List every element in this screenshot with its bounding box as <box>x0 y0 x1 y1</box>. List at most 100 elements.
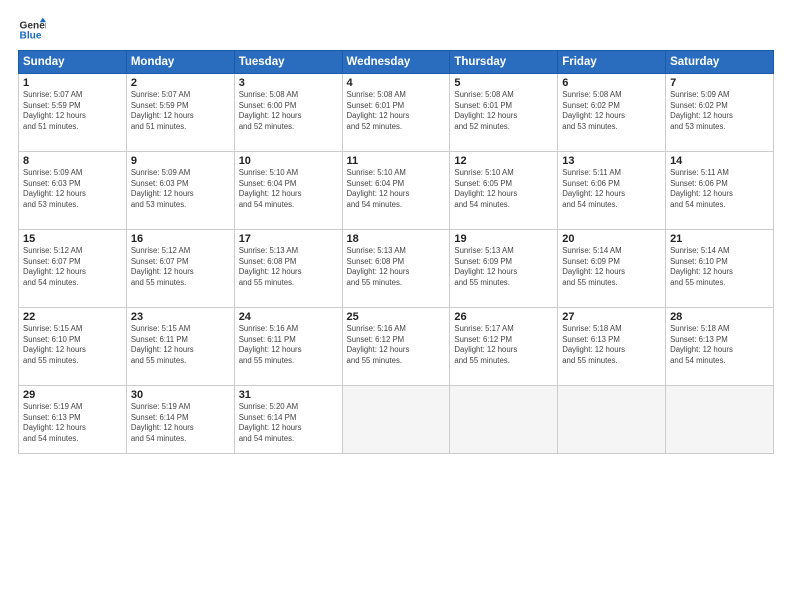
day-number: 10 <box>239 155 338 167</box>
day-number: 15 <box>23 233 122 245</box>
day-info: Sunrise: 5:10 AM Sunset: 6:04 PM Dayligh… <box>239 168 338 210</box>
day-info: Sunrise: 5:09 AM Sunset: 6:03 PM Dayligh… <box>131 168 230 210</box>
calendar-table: SundayMondayTuesdayWednesdayThursdayFrid… <box>18 50 774 454</box>
day-cell-31: 31Sunrise: 5:20 AM Sunset: 6:14 PM Dayli… <box>234 386 342 454</box>
day-cell-20: 20Sunrise: 5:14 AM Sunset: 6:09 PM Dayli… <box>558 230 666 308</box>
day-number: 27 <box>562 311 661 323</box>
day-number: 19 <box>454 233 553 245</box>
day-cell-18: 18Sunrise: 5:13 AM Sunset: 6:08 PM Dayli… <box>342 230 450 308</box>
day-info: Sunrise: 5:20 AM Sunset: 6:14 PM Dayligh… <box>239 402 338 444</box>
day-cell-26: 26Sunrise: 5:17 AM Sunset: 6:12 PM Dayli… <box>450 308 558 386</box>
day-number: 2 <box>131 77 230 89</box>
day-info: Sunrise: 5:16 AM Sunset: 6:11 PM Dayligh… <box>239 324 338 366</box>
day-number: 20 <box>562 233 661 245</box>
day-info: Sunrise: 5:14 AM Sunset: 6:10 PM Dayligh… <box>670 246 769 288</box>
week-row-3: 15Sunrise: 5:12 AM Sunset: 6:07 PM Dayli… <box>19 230 774 308</box>
empty-cell <box>666 386 774 454</box>
day-number: 9 <box>131 155 230 167</box>
week-row-1: 1Sunrise: 5:07 AM Sunset: 5:59 PM Daylig… <box>19 74 774 152</box>
day-cell-9: 9Sunrise: 5:09 AM Sunset: 6:03 PM Daylig… <box>126 152 234 230</box>
day-info: Sunrise: 5:19 AM Sunset: 6:13 PM Dayligh… <box>23 402 122 444</box>
day-cell-27: 27Sunrise: 5:18 AM Sunset: 6:13 PM Dayli… <box>558 308 666 386</box>
day-info: Sunrise: 5:11 AM Sunset: 6:06 PM Dayligh… <box>670 168 769 210</box>
day-number: 22 <box>23 311 122 323</box>
day-cell-17: 17Sunrise: 5:13 AM Sunset: 6:08 PM Dayli… <box>234 230 342 308</box>
col-header-thursday: Thursday <box>450 51 558 74</box>
day-number: 25 <box>347 311 446 323</box>
logo: General Blue <box>18 16 46 44</box>
day-info: Sunrise: 5:08 AM Sunset: 6:00 PM Dayligh… <box>239 90 338 132</box>
day-cell-3: 3Sunrise: 5:08 AM Sunset: 6:00 PM Daylig… <box>234 74 342 152</box>
day-cell-25: 25Sunrise: 5:16 AM Sunset: 6:12 PM Dayli… <box>342 308 450 386</box>
day-info: Sunrise: 5:15 AM Sunset: 6:10 PM Dayligh… <box>23 324 122 366</box>
day-cell-24: 24Sunrise: 5:16 AM Sunset: 6:11 PM Dayli… <box>234 308 342 386</box>
day-number: 13 <box>562 155 661 167</box>
col-header-monday: Monday <box>126 51 234 74</box>
day-cell-12: 12Sunrise: 5:10 AM Sunset: 6:05 PM Dayli… <box>450 152 558 230</box>
day-cell-1: 1Sunrise: 5:07 AM Sunset: 5:59 PM Daylig… <box>19 74 127 152</box>
day-cell-11: 11Sunrise: 5:10 AM Sunset: 6:04 PM Dayli… <box>342 152 450 230</box>
day-info: Sunrise: 5:09 AM Sunset: 6:02 PM Dayligh… <box>670 90 769 132</box>
day-number: 24 <box>239 311 338 323</box>
day-info: Sunrise: 5:12 AM Sunset: 6:07 PM Dayligh… <box>23 246 122 288</box>
day-number: 1 <box>23 77 122 89</box>
day-info: Sunrise: 5:08 AM Sunset: 6:02 PM Dayligh… <box>562 90 661 132</box>
day-info: Sunrise: 5:18 AM Sunset: 6:13 PM Dayligh… <box>562 324 661 366</box>
day-number: 26 <box>454 311 553 323</box>
day-number: 6 <box>562 77 661 89</box>
day-number: 4 <box>347 77 446 89</box>
day-info: Sunrise: 5:10 AM Sunset: 6:04 PM Dayligh… <box>347 168 446 210</box>
day-info: Sunrise: 5:11 AM Sunset: 6:06 PM Dayligh… <box>562 168 661 210</box>
day-info: Sunrise: 5:13 AM Sunset: 6:09 PM Dayligh… <box>454 246 553 288</box>
day-number: 30 <box>131 389 230 401</box>
day-number: 18 <box>347 233 446 245</box>
day-number: 11 <box>347 155 446 167</box>
empty-cell <box>342 386 450 454</box>
day-info: Sunrise: 5:07 AM Sunset: 5:59 PM Dayligh… <box>23 90 122 132</box>
day-cell-28: 28Sunrise: 5:18 AM Sunset: 6:13 PM Dayli… <box>666 308 774 386</box>
day-number: 28 <box>670 311 769 323</box>
day-info: Sunrise: 5:09 AM Sunset: 6:03 PM Dayligh… <box>23 168 122 210</box>
day-info: Sunrise: 5:18 AM Sunset: 6:13 PM Dayligh… <box>670 324 769 366</box>
day-number: 21 <box>670 233 769 245</box>
day-info: Sunrise: 5:13 AM Sunset: 6:08 PM Dayligh… <box>239 246 338 288</box>
day-cell-5: 5Sunrise: 5:08 AM Sunset: 6:01 PM Daylig… <box>450 74 558 152</box>
day-cell-23: 23Sunrise: 5:15 AM Sunset: 6:11 PM Dayli… <box>126 308 234 386</box>
empty-cell <box>450 386 558 454</box>
day-cell-13: 13Sunrise: 5:11 AM Sunset: 6:06 PM Dayli… <box>558 152 666 230</box>
header-row: SundayMondayTuesdayWednesdayThursdayFrid… <box>19 51 774 74</box>
day-cell-2: 2Sunrise: 5:07 AM Sunset: 5:59 PM Daylig… <box>126 74 234 152</box>
day-number: 3 <box>239 77 338 89</box>
day-number: 17 <box>239 233 338 245</box>
col-header-wednesday: Wednesday <box>342 51 450 74</box>
day-number: 8 <box>23 155 122 167</box>
day-cell-22: 22Sunrise: 5:15 AM Sunset: 6:10 PM Dayli… <box>19 308 127 386</box>
logo-icon: General Blue <box>18 16 46 44</box>
col-header-sunday: Sunday <box>19 51 127 74</box>
calendar-page: General Blue SundayMondayTuesdayWednesda… <box>0 0 792 612</box>
svg-text:Blue: Blue <box>20 31 42 42</box>
day-cell-30: 30Sunrise: 5:19 AM Sunset: 6:14 PM Dayli… <box>126 386 234 454</box>
day-info: Sunrise: 5:17 AM Sunset: 6:12 PM Dayligh… <box>454 324 553 366</box>
day-cell-4: 4Sunrise: 5:08 AM Sunset: 6:01 PM Daylig… <box>342 74 450 152</box>
day-info: Sunrise: 5:16 AM Sunset: 6:12 PM Dayligh… <box>347 324 446 366</box>
col-header-friday: Friday <box>558 51 666 74</box>
header: General Blue <box>18 16 774 44</box>
week-row-4: 22Sunrise: 5:15 AM Sunset: 6:10 PM Dayli… <box>19 308 774 386</box>
day-cell-6: 6Sunrise: 5:08 AM Sunset: 6:02 PM Daylig… <box>558 74 666 152</box>
day-cell-8: 8Sunrise: 5:09 AM Sunset: 6:03 PM Daylig… <box>19 152 127 230</box>
day-info: Sunrise: 5:19 AM Sunset: 6:14 PM Dayligh… <box>131 402 230 444</box>
day-cell-7: 7Sunrise: 5:09 AM Sunset: 6:02 PM Daylig… <box>666 74 774 152</box>
day-number: 23 <box>131 311 230 323</box>
col-header-tuesday: Tuesday <box>234 51 342 74</box>
day-number: 5 <box>454 77 553 89</box>
empty-cell <box>558 386 666 454</box>
day-info: Sunrise: 5:10 AM Sunset: 6:05 PM Dayligh… <box>454 168 553 210</box>
day-cell-10: 10Sunrise: 5:10 AM Sunset: 6:04 PM Dayli… <box>234 152 342 230</box>
day-cell-21: 21Sunrise: 5:14 AM Sunset: 6:10 PM Dayli… <box>666 230 774 308</box>
day-info: Sunrise: 5:14 AM Sunset: 6:09 PM Dayligh… <box>562 246 661 288</box>
col-header-saturday: Saturday <box>666 51 774 74</box>
day-info: Sunrise: 5:08 AM Sunset: 6:01 PM Dayligh… <box>347 90 446 132</box>
day-number: 14 <box>670 155 769 167</box>
day-cell-16: 16Sunrise: 5:12 AM Sunset: 6:07 PM Dayli… <box>126 230 234 308</box>
